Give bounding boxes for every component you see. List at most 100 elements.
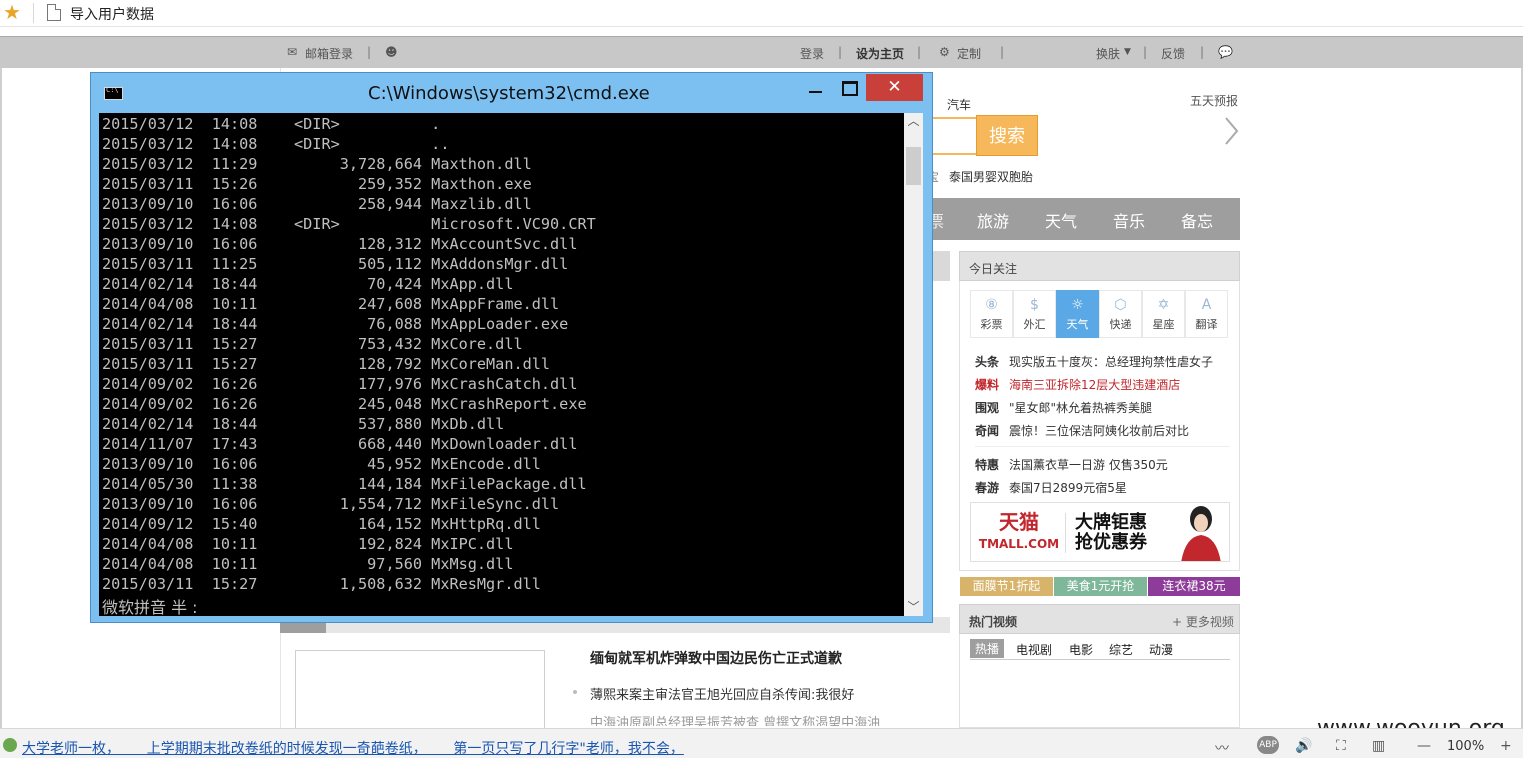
minimize-button[interactable] (804, 77, 828, 101)
maximize-button[interactable] (837, 77, 861, 101)
news-item[interactable]: 特惠 法国薰衣草一日游 仅售350元 (975, 456, 1168, 473)
emoji-face-icon (3, 738, 17, 752)
news-link[interactable]: 薄熙来案主审法官王旭光回应自杀传闻:我很好 (590, 684, 854, 703)
news-item[interactable]: 爆料 海南三亚拆除12层大型违建酒店 (975, 376, 1180, 393)
chevron-down-icon: ▼ (1124, 47, 1131, 57)
scroll-down-icon[interactable]: ﹀ (904, 599, 923, 616)
feedback-link[interactable]: 反馈 (1161, 45, 1185, 62)
video-tab-variety[interactable]: 综艺 (1109, 641, 1133, 658)
tool-label: 彩票 (980, 318, 1003, 331)
dollar-icon: $ (1030, 297, 1039, 313)
cmd-titlebar[interactable]: C:\Windows\system32\cmd.exe ✕ (91, 73, 932, 113)
ad-model-image (1171, 503, 1229, 561)
tool-express[interactable]: ⬡ 快递 (1099, 290, 1142, 338)
today-focus-title: 今日关注 (969, 262, 1018, 276)
skin-link[interactable]: 换肤 (1096, 45, 1120, 62)
translate-icon: A (1201, 297, 1212, 313)
article-thumbnail[interactable] (295, 650, 545, 730)
video-tab-hot[interactable]: 热播 (970, 639, 1005, 658)
news-title[interactable]: 震惊！三位保洁阿姨化妆前后对比 (1009, 424, 1189, 438)
promo-tag[interactable]: 美食1元开抢 (1054, 577, 1147, 596)
fullscreen-icon[interactable]: ⛶ (1336, 738, 1346, 754)
login-link[interactable]: 登录 (800, 45, 824, 62)
zoom-in-icon[interactable]: + (1500, 738, 1512, 754)
car-link[interactable]: 汽车 (947, 96, 971, 113)
more-videos-link[interactable]: + 更多视频 (1172, 613, 1234, 630)
divider: | (917, 45, 922, 59)
lottery-icon: ⑧ (985, 297, 998, 313)
promo-tag[interactable]: 连衣裙38元 (1148, 577, 1240, 596)
news-title[interactable]: 现实版五十度灰：总经理拘禁性虐女子 (1009, 355, 1213, 369)
zoom-out-icon[interactable]: — (1417, 738, 1431, 754)
cmd-window[interactable]: C:\Windows\system32\cmd.exe ✕ 2015/03/12… (90, 72, 933, 623)
ad-slogan: 大牌钜惠 抢优惠券 (1075, 512, 1147, 553)
nav-item-weather[interactable]: 天气 (1045, 208, 1077, 232)
tool-horoscope[interactable]: ✡ 星座 (1142, 290, 1185, 338)
news-link[interactable]: 中海油原副总经理吴振芳被查 曾撰文称渴望中海油 (590, 712, 880, 726)
ad-brand: 天猫 (999, 510, 1039, 534)
news-item[interactable]: 围观 "星女郎"林允着热裤秀美腿 (975, 399, 1152, 416)
tool-weather[interactable]: ☼ 天气 (1056, 290, 1099, 338)
hot-video-title: 热门视频 (969, 615, 1018, 629)
customize-link[interactable]: 定制 (957, 45, 981, 62)
close-button[interactable]: ✕ (866, 74, 923, 101)
search-button[interactable]: 搜索 (976, 115, 1038, 156)
promo-tag[interactable]: 面膜节1折起 (960, 577, 1053, 596)
nav-item-memo[interactable]: 备忘 (1181, 208, 1213, 232)
news-title[interactable]: "星女郎"林允着热裤秀美腿 (1009, 401, 1152, 415)
divider: | (1200, 45, 1205, 59)
headline-link[interactable]: 缅甸就军机炸弹致中国边民伤亡正式道歉 (590, 648, 842, 668)
set-home-link[interactable]: 设为主页 (856, 45, 904, 62)
news-item[interactable]: 头条 现实版五十度灰：总经理拘禁性虐女子 (975, 353, 1213, 370)
news-item[interactable]: 春游 泰国7日2899元宿5星 (975, 479, 1127, 496)
forecast-link[interactable]: 五天预报 (1190, 92, 1238, 109)
news-title[interactable]: 法国薰衣草一日游 仅售350元 (1009, 458, 1168, 472)
divider (975, 446, 1230, 447)
split-view-icon[interactable]: ▥ (1372, 738, 1385, 754)
video-tab-movie[interactable]: 电影 (1069, 641, 1093, 658)
cmd-window-title: C:\Windows\system32\cmd.exe (368, 83, 650, 104)
video-tab-tv[interactable]: 电视剧 (1016, 641, 1052, 658)
zoom-level[interactable]: 100% (1447, 739, 1484, 754)
favorite-star-icon[interactable]: ★ (3, 1, 21, 23)
tool-label: 星座 (1152, 318, 1175, 331)
tool-label: 天气 (1066, 318, 1089, 331)
news-item[interactable]: 奇闻 震惊！三位保洁阿姨化妆前后对比 (975, 422, 1189, 439)
search-input[interactable] (930, 117, 976, 155)
hot-query-link[interactable]: 泰国男婴双胞胎 (949, 168, 1033, 185)
tmall-ad-banner[interactable]: 天猫 TMALL.COM 大牌钜惠 抢优惠券 (970, 502, 1230, 562)
video-tab-anime[interactable]: 动漫 (1149, 641, 1173, 658)
console-output[interactable]: 2015/03/12 14:08 <DIR> . 2015/03/12 14:0… (99, 113, 904, 616)
tool-translate[interactable]: A 翻译 (1185, 290, 1228, 338)
divider (1065, 513, 1066, 553)
nav-item-travel[interactable]: 旅游 (977, 208, 1009, 232)
news-title[interactable]: 泰国7日2899元宿5星 (1009, 481, 1127, 495)
console-scrollbar[interactable]: ︿ ﹀ (904, 113, 923, 616)
news-title[interactable]: 海南三亚拆除12层大型违建酒店 (1009, 378, 1180, 392)
nav-item-music[interactable]: 音乐 (1113, 208, 1145, 232)
adblock-icon[interactable]: ABP (1257, 736, 1279, 754)
scroll-thumb[interactable] (906, 147, 921, 185)
directory-listing: 2015/03/12 14:08 <DIR> . 2015/03/12 14:0… (102, 115, 596, 593)
news-tag: 特惠 (975, 458, 1000, 472)
mail-login-link[interactable]: 邮箱登录 (305, 45, 353, 62)
browser-status-bar: 大学老师一枚， 上学期期末批改卷纸的时候发现一奇葩卷纸， 第一页只写了几行字"老… (0, 728, 1523, 758)
chevron-right-icon[interactable] (1220, 116, 1240, 146)
promo-tag-label: 面膜节1折起 (960, 577, 1053, 596)
star-icon: ✡ (1157, 297, 1170, 313)
tab-title[interactable]: 导入用户数据 (70, 4, 154, 24)
news-tag: 围观 (975, 401, 1000, 415)
scroll-up-icon[interactable]: ︿ (904, 113, 923, 130)
smiley-icon[interactable]: ☻ (385, 45, 398, 59)
news-tag: 奇闻 (975, 424, 1000, 438)
console-app-icon[interactable] (104, 86, 123, 100)
tool-lottery[interactable]: ⑧ 彩票 (970, 290, 1013, 338)
speaker-icon[interactable]: 🔊 (1295, 738, 1312, 754)
chat-icon[interactable]: 💬 (1218, 45, 1233, 59)
browser-tab-bar: ★ 导入用户数据 (0, 0, 1523, 27)
pulse-icon[interactable]: 〰 (1215, 738, 1229, 758)
bullet (573, 690, 577, 694)
gear-icon: ⚙ (939, 45, 950, 59)
news-ticker-link[interactable]: 大学老师一枚， 上学期期末批改卷纸的时候发现一奇葩卷纸， 第一页只写了几行字"老… (22, 738, 684, 758)
tool-forex[interactable]: $ 外汇 (1013, 290, 1056, 338)
